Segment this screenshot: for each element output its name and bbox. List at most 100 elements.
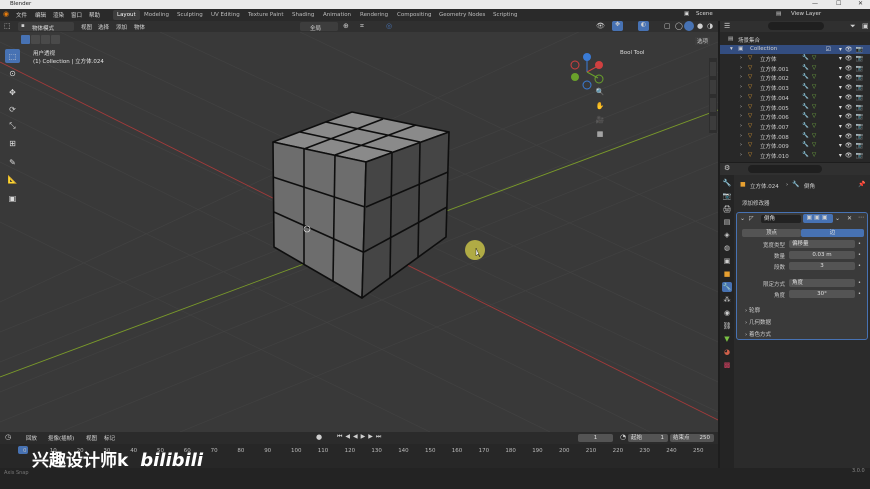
tab-scripting[interactable]: Scripting <box>489 10 521 20</box>
tab-compositing[interactable]: Compositing <box>393 10 435 20</box>
scene-tab-icon[interactable]: ◈ <box>722 230 732 240</box>
keyframe-dot-icon[interactable]: • <box>858 263 861 269</box>
data-tab-icon[interactable]: ▼ <box>722 334 732 344</box>
scale-icon[interactable]: ⤡ <box>5 119 20 133</box>
tab-animation[interactable]: Animation <box>319 10 355 20</box>
modifier-name-input[interactable]: 倒角 <box>761 215 801 223</box>
tab-layout[interactable]: Layout <box>113 10 140 20</box>
outliner-object-row[interactable]: › ▽ 立方体.007 🔧 ▽ ▾👁📷 <box>720 122 870 132</box>
stopwatch-icon[interactable]: ◔ <box>620 433 626 441</box>
minimize-icon[interactable]: — <box>812 0 818 7</box>
view-layer-name[interactable]: View Layer <box>791 11 821 17</box>
properties-search-input[interactable] <box>748 165 822 173</box>
properties-editor-icon[interactable]: ⚙ <box>724 164 730 172</box>
menu-window[interactable]: 窗口 <box>71 11 82 19</box>
profile-subpanel[interactable]: › 轮廓 <box>745 306 760 314</box>
visibility-toggles-icon[interactable]: ▾👁📷 <box>839 113 866 120</box>
outliner-search-input[interactable] <box>768 22 824 30</box>
expand-icon[interactable]: › <box>740 152 742 158</box>
tab-texture-paint[interactable]: Texture Paint <box>244 10 288 20</box>
close-icon[interactable]: ✕ <box>858 0 863 7</box>
sidebar-tabs[interactable] <box>709 58 717 133</box>
constraints-tab-icon[interactable]: ⛓ <box>722 321 732 331</box>
sidebar-tab-edit[interactable] <box>710 116 716 130</box>
expand-icon[interactable]: › <box>740 84 742 90</box>
tab-rendering[interactable]: Rendering <box>356 10 392 20</box>
maximize-icon[interactable]: ☐ <box>836 0 841 7</box>
tool-tab-icon[interactable]: 🔧 <box>722 178 732 188</box>
segments-field[interactable]: 3 <box>789 262 855 270</box>
object-tab-icon[interactable]: ■ <box>722 269 732 279</box>
vertices-tab[interactable]: 顶点 <box>742 229 801 237</box>
editor-type-icon[interactable]: ⬚ <box>4 22 11 30</box>
render-tab-icon[interactable]: 📷 <box>722 191 732 201</box>
tab-sculpting[interactable]: Sculpting <box>173 10 207 20</box>
outliner-editor-icon[interactable]: ☰ <box>724 22 730 30</box>
outliner-object-row[interactable]: › ▽ 立方体 🔧 ▽ ▾👁📷 <box>720 54 870 64</box>
keyframe-dot-icon[interactable]: • <box>858 280 861 286</box>
menu-object[interactable]: 物体 <box>134 23 145 31</box>
select-new-icon[interactable] <box>21 35 30 44</box>
proportional-edit-icon[interactable]: ◎ <box>386 22 392 30</box>
snap-icon[interactable]: ⌗ <box>360 22 364 31</box>
scene-name[interactable]: Scene <box>696 11 713 17</box>
record-icon[interactable]: ● <box>316 433 322 441</box>
outliner-object-row[interactable]: › ▽ 立方体.004 🔧 ▽ ▾👁📷 <box>720 93 870 103</box>
orientation-dropdown[interactable]: 全局 <box>300 22 338 32</box>
transform-icon[interactable]: ⊞ <box>5 136 20 150</box>
visibility-toggles-icon[interactable]: ▾👁📷 <box>839 142 866 149</box>
texture-tab-icon[interactable]: ▩ <box>722 360 732 370</box>
scene-collection-row[interactable]: ▤ 场景集合 <box>720 35 870 45</box>
sidebar-tab-item[interactable] <box>710 62 716 76</box>
expand-icon[interactable]: › <box>740 113 742 119</box>
blender-logo-icon[interactable]: ◉ <box>3 10 9 18</box>
keying-menu[interactable]: 抠像(插帧) <box>48 434 74 442</box>
expand-icon[interactable]: › <box>740 133 742 139</box>
modifier-tab-icon[interactable]: 🔧 <box>722 282 732 292</box>
visibility-toggles-icon[interactable]: ▾👁📷 <box>839 152 866 159</box>
playback-controls-icon[interactable]: ⏮◀◀▶▶⏭ <box>337 433 384 441</box>
visibility-toggles-icon[interactable]: ▾👁📷 <box>839 133 866 140</box>
end-frame-field[interactable]: 结束点 250 <box>670 434 714 442</box>
select-invert-icon[interactable] <box>51 35 60 44</box>
keyframe-dot-icon[interactable]: • <box>858 252 861 258</box>
visibility-toggles-icon[interactable]: ▾👁📷 <box>839 94 866 101</box>
shading-wireframe-icon[interactable]: ◯ <box>675 22 683 30</box>
pan-hand-icon[interactable]: ✋ <box>594 100 606 112</box>
material-tab-icon[interactable]: ◕ <box>722 347 732 357</box>
mode-dropdown[interactable]: ▪ 物体模式 <box>18 22 74 32</box>
overlay-toggle-icon[interactable]: ◐ <box>638 21 649 31</box>
pin-icon[interactable]: 📌 <box>858 181 865 188</box>
outliner-object-row[interactable]: › ▽ 立方体.005 🔧 ▽ ▾👁📷 <box>720 103 870 113</box>
amount-field[interactable]: 0.03 m <box>789 251 855 259</box>
modifier-dropdown-icon[interactable]: ⌄ <box>835 215 840 222</box>
menu-edit[interactable]: 编辑 <box>35 11 46 19</box>
edges-tab[interactable]: 边 <box>801 229 864 237</box>
3d-viewport[interactable] <box>0 32 718 432</box>
view-layer-tab-icon[interactable]: ▤ <box>722 217 732 227</box>
menu-select[interactable]: 选择 <box>98 23 109 31</box>
sidebar-tab-view[interactable] <box>710 98 716 112</box>
outliner-object-row[interactable]: › ▽ 立方体.003 🔧 ▽ ▾👁📷 <box>720 83 870 93</box>
collection-row[interactable]: ▾ ▣ Collection ☑ ▾👁📷 <box>720 44 870 54</box>
shading-solid-icon[interactable] <box>684 21 694 31</box>
timeline-view-menu[interactable]: 视图 <box>86 434 97 442</box>
expand-icon[interactable]: › <box>740 65 742 71</box>
menu-file[interactable]: 文件 <box>16 11 27 19</box>
tab-modeling[interactable]: Modeling <box>140 10 173 20</box>
collection-tab-icon[interactable]: ▣ <box>722 256 732 266</box>
physics-tab-icon[interactable]: ◉ <box>722 308 732 318</box>
measure-icon[interactable]: 📐 <box>5 172 20 186</box>
particles-tab-icon[interactable]: ⁂ <box>722 295 732 305</box>
expand-icon[interactable]: › <box>740 123 742 129</box>
outliner-object-row[interactable]: › ▽ 立方体.002 🔧 ▽ ▾👁📷 <box>720 73 870 83</box>
sidebar-tab-tool[interactable] <box>710 80 716 94</box>
outliner-object-row[interactable]: › ▽ 立方体.010 🔧 ▽ ▾👁📷 <box>720 151 870 161</box>
cursor-icon[interactable]: ⊙ <box>5 66 20 80</box>
ortho-grid-icon[interactable]: ▦ <box>594 128 606 140</box>
options-dropdown[interactable]: 选项 <box>695 37 711 45</box>
shading-material-icon[interactable]: ● <box>697 22 703 30</box>
panel-collapse-icon[interactable]: ⌄ <box>740 215 745 222</box>
shading-rendered-icon[interactable]: ◑ <box>707 22 713 30</box>
move-icon[interactable]: ✥ <box>5 85 20 99</box>
